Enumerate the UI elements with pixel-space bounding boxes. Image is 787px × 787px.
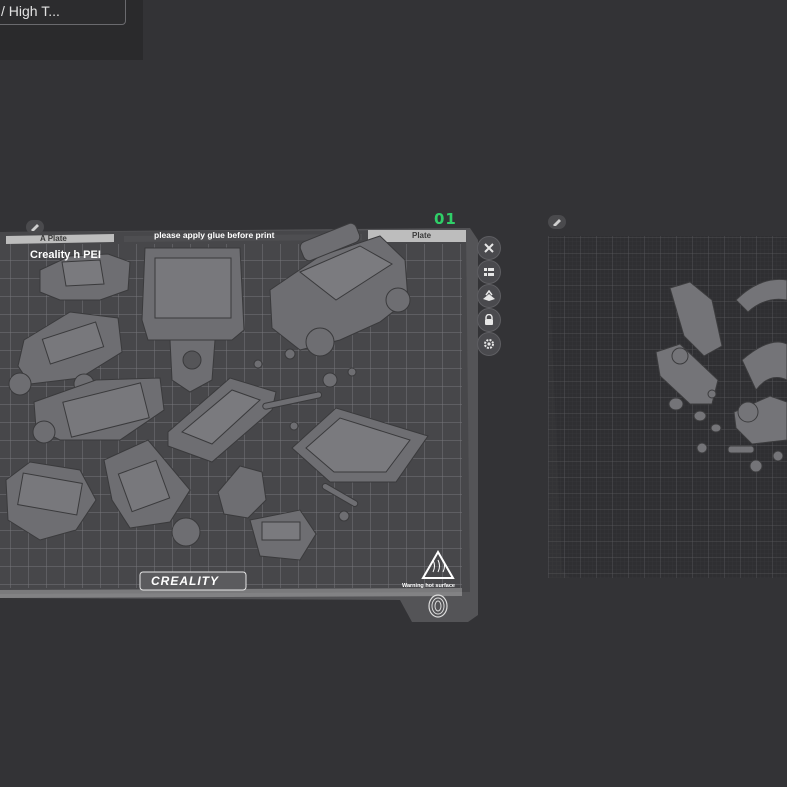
orient-icon	[482, 290, 496, 302]
glue-note: please apply glue before print	[154, 230, 275, 240]
arrange-plate-button[interactable]	[477, 260, 501, 284]
close-icon	[483, 242, 495, 254]
arrange-icon	[483, 266, 495, 278]
plate-1-edit-icon[interactable]	[26, 220, 44, 234]
plate-name-label-right: Plate	[412, 231, 432, 240]
plate-name-label: A Plate	[40, 234, 67, 243]
plate-number: 01	[434, 210, 457, 228]
lock-plate-button[interactable]	[477, 308, 501, 332]
settings-icon	[483, 338, 495, 350]
lock-icon	[483, 314, 495, 326]
close-plate-button[interactable]	[477, 236, 501, 260]
creality-logo: CREALITY	[151, 574, 219, 588]
plate-2-edit-icon[interactable]	[548, 215, 566, 229]
orient-plate-button[interactable]	[477, 284, 501, 308]
viewport-3d[interactable]	[0, 0, 787, 787]
plate-brand-title: Creality h PEI	[30, 249, 101, 261]
plate-settings-button[interactable]	[477, 332, 501, 356]
hot-surface-warning: Warning hot surface	[402, 583, 455, 589]
